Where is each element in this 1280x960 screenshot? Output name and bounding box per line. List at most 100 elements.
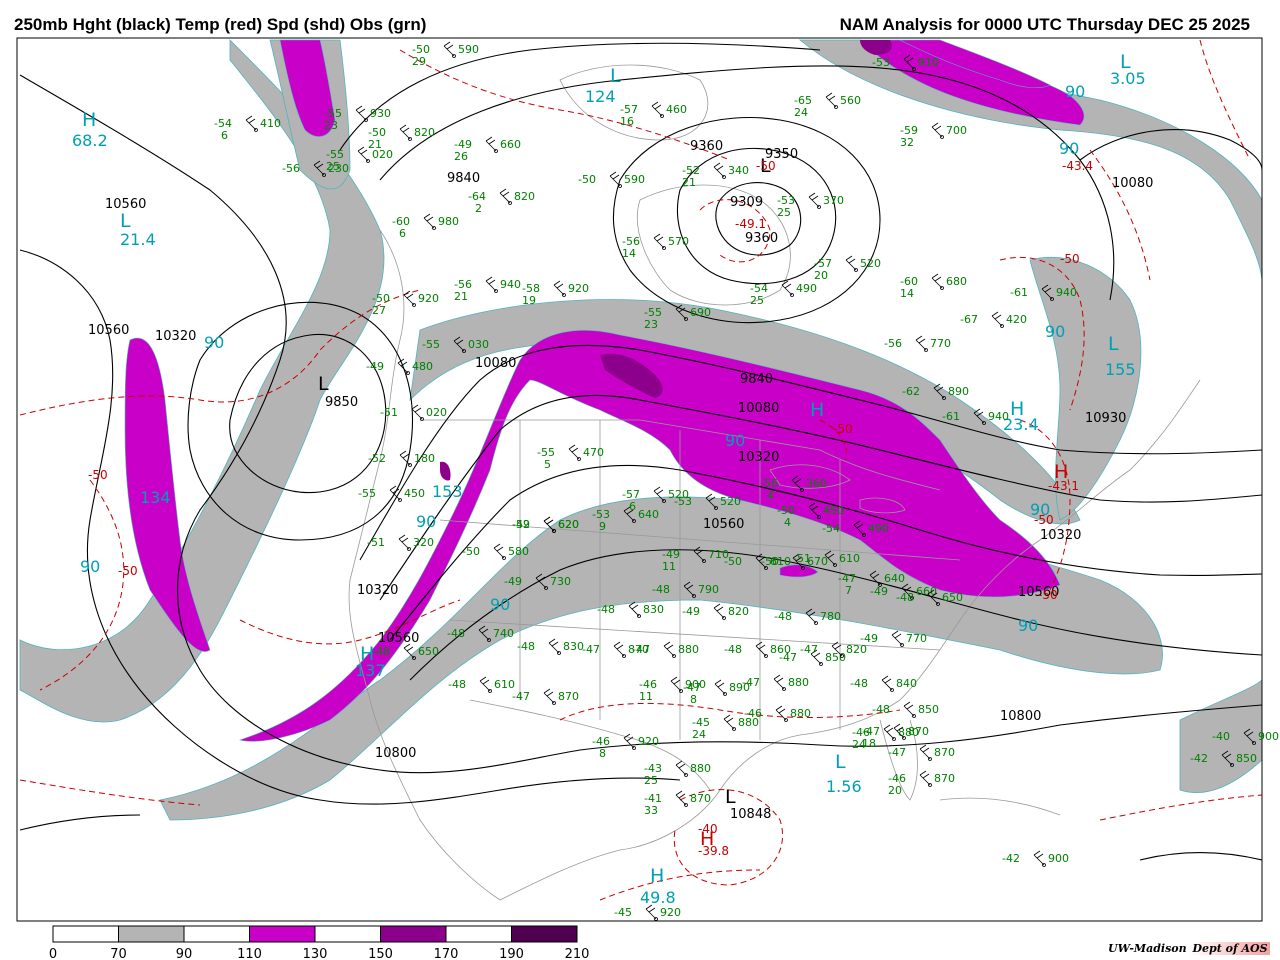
obs-height: 900 xyxy=(1258,730,1279,743)
obs-height: 920 xyxy=(660,906,681,919)
temperature-label: -40 xyxy=(698,822,718,836)
obs-height: 580 xyxy=(508,545,529,558)
legend-tick: 110 xyxy=(237,947,262,960)
height-label: 10560 xyxy=(703,517,744,532)
height-label: 10080 xyxy=(475,356,516,371)
obs-temperature: -48 xyxy=(896,591,914,604)
obs-temperature: -42 xyxy=(1190,752,1208,765)
obs-dewpoint-depression: 23 xyxy=(644,318,658,331)
obs-dewpoint-depression: 19 xyxy=(522,294,536,307)
obs-height: 930 xyxy=(370,107,391,120)
obs-height: 680 xyxy=(946,275,967,288)
obs-height: 590 xyxy=(458,43,479,56)
obs-temperature: -56 xyxy=(884,337,902,350)
obs-dewpoint-depression: 14 xyxy=(900,287,914,300)
obs-temperature: -47 xyxy=(582,643,600,656)
legend-swatch xyxy=(249,925,316,943)
obs-height: 850 xyxy=(1236,752,1257,765)
obs-temperature: -49 xyxy=(504,575,522,588)
obs-temperature: -61 xyxy=(1010,286,1028,299)
speed-label: 90 xyxy=(1018,616,1038,635)
obs-dewpoint-depression: 11 xyxy=(639,690,653,703)
height-label: 10560 xyxy=(88,323,129,338)
obs-height: 370 xyxy=(823,194,844,207)
height-label: 10848 xyxy=(730,807,771,822)
speed-label: 90 xyxy=(80,557,100,576)
obs-temperature: -55 xyxy=(358,487,376,500)
obs-temperature: -48 xyxy=(872,703,890,716)
obs-dewpoint-depression: 5 xyxy=(544,458,551,471)
obs-height: 180 xyxy=(414,452,435,465)
obs-height: 460 xyxy=(666,103,687,116)
credit-org: UW-Madison xyxy=(1108,942,1187,955)
height-label: 9360 xyxy=(690,139,723,154)
obs-height: 450 xyxy=(404,487,425,500)
obs-height: 770 xyxy=(906,632,927,645)
speed-label: 1.56 xyxy=(826,777,862,796)
obs-height: 660 xyxy=(916,585,937,598)
pressure-center-l: L xyxy=(1108,333,1119,355)
obs-height: 820 xyxy=(846,643,867,656)
obs-temperature: -53 xyxy=(674,495,692,508)
obs-height: 880 xyxy=(678,643,699,656)
height-label: 9840 xyxy=(740,372,773,387)
obs-height: 590 xyxy=(624,173,645,186)
obs-height: 030 xyxy=(468,338,489,351)
obs-dewpoint-depression: 20 xyxy=(814,269,828,282)
speed-label: 21.4 xyxy=(120,230,156,249)
obs-height: 920 xyxy=(568,282,589,295)
obs-temperature: -55 xyxy=(422,338,440,351)
obs-dewpoint-depression: 23 xyxy=(324,119,338,132)
obs-dewpoint-depression: 26 xyxy=(454,150,468,163)
obs-temperature: -48 xyxy=(447,627,465,640)
pressure-center-h: H xyxy=(82,109,96,131)
credit-line: UW-Madison Dept of AOS xyxy=(1108,942,1270,955)
obs-dewpoint-depression: 9 xyxy=(599,520,606,533)
obs-height: 870 xyxy=(690,792,711,805)
legend-swatch xyxy=(511,925,578,943)
obs-height: 880 xyxy=(738,716,759,729)
speed-label: 134 xyxy=(140,488,171,507)
legend-tick: 210 xyxy=(565,947,590,960)
obs-height: 880 xyxy=(788,676,809,689)
speed-label: 90 xyxy=(1059,139,1079,158)
temperature-label: -43.1 xyxy=(1048,479,1079,493)
speed-label: 124 xyxy=(585,87,616,106)
legend-tick: 150 xyxy=(368,947,393,960)
obs-dewpoint-depression: 6 xyxy=(221,129,228,142)
temperature-label: -39.8 xyxy=(698,844,729,858)
obs-height: 820 xyxy=(728,605,749,618)
obs-height: 570 xyxy=(668,235,689,248)
pressure-center-h: H xyxy=(1010,398,1024,420)
obs-height: 770 xyxy=(930,337,951,350)
obs-temperature: -48 xyxy=(448,678,466,691)
obs-height: 870 xyxy=(934,746,955,759)
obs-temperature: -47 xyxy=(742,676,760,689)
speed-label: 90 xyxy=(416,512,436,531)
legend-tick: 90 xyxy=(176,947,193,960)
obs-temperature: -50 xyxy=(462,545,480,558)
height-label: 10320 xyxy=(155,329,196,344)
speed-label: 90 xyxy=(1045,322,1065,341)
legend-swatch xyxy=(380,925,447,943)
obs-dewpoint-depression: 8 xyxy=(690,693,697,706)
obs-dewpoint-depression: 27 xyxy=(372,304,386,317)
obs-temperature: -48 xyxy=(652,583,670,596)
obs-height: 940 xyxy=(500,278,521,291)
obs-height: 830 xyxy=(643,603,664,616)
speed-label: 90 xyxy=(725,431,745,450)
obs-height: 850 xyxy=(918,703,939,716)
obs-dewpoint-depression: 4 xyxy=(784,516,791,529)
obs-dewpoint-depression: 6 xyxy=(399,227,406,240)
obs-height: 920 xyxy=(638,735,659,748)
obs-temperature: -47 xyxy=(632,643,650,656)
obs-temperature: -48 xyxy=(372,645,390,658)
legend-swatch xyxy=(118,925,185,943)
obs-dewpoint-depression: 32 xyxy=(900,136,914,149)
obs-height: 640 xyxy=(884,572,905,585)
obs-height: 490 xyxy=(868,522,889,535)
obs-height: 730 xyxy=(550,575,571,588)
obs-temperature: -61 xyxy=(942,410,960,423)
obs-temperature: -48 xyxy=(850,677,868,690)
pressure-center-l: L xyxy=(318,373,329,395)
